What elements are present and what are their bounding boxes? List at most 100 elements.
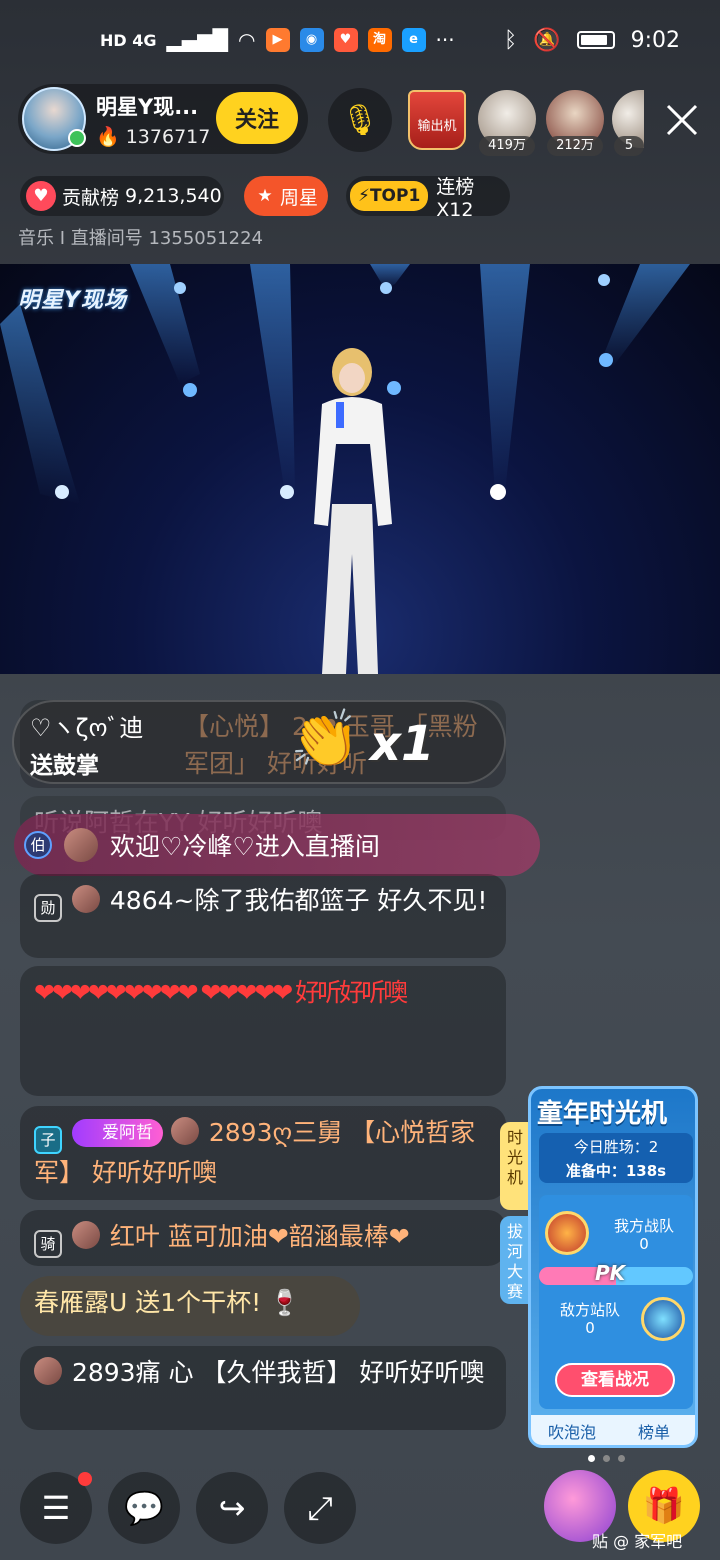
fullscreen-button[interactable]: ⤢ [284,1472,356,1544]
level-badge [71,885,100,913]
game-title: 童年时光机 [537,1099,668,1129]
chat-message: ❤❤❤❤❤❤❤❤❤ ❤❤❤❤❤ 好听好听噢 [20,966,506,1096]
view-battle-button[interactable]: 查看战况 [555,1363,675,1397]
performer [314,348,392,674]
stage-light [490,484,506,500]
more-notifications: ··· [435,28,455,52]
chat-message: 2893痛 心 【久伴我哲】 好听好听噢 [20,1346,506,1430]
noble-badge: 伯 [24,831,52,859]
chat-message: 勋 4864~除了我佑都篮子 好久不见! [20,874,506,958]
wifi-icon: ◠ [238,28,256,52]
stage-light [174,282,186,294]
gift-text: 春雁露U 送1个干杯! [34,1288,262,1317]
fire-icon: 🔥 [96,125,120,148]
game-tabs: 吹泡泡 榜单 [531,1415,695,1445]
heart-gem-icon: ♥ [26,181,56,211]
gift-count: x1 [370,716,435,772]
our-team-score: 0 [639,1235,649,1253]
medal-badge: 勋 [34,894,62,922]
chat-bubble-icon: 💬 [124,1489,164,1527]
cheers-gift-icon: 🍷 [269,1288,301,1317]
carousel-dot [618,1455,625,1462]
chat-text: 2893痛 心 【久伴我哲】 好听好听噢 [71,1358,485,1387]
channel-logo: 明星Y现场 [18,288,127,313]
close-icon[interactable] [660,98,704,142]
spotlight-beam [0,304,80,504]
level-badge [34,1357,62,1385]
game-stats: 今日胜场：2 准备中：138s [539,1133,693,1183]
rank-badge[interactable]: 输出机 [408,90,466,150]
app-notification-icon: e [401,28,426,52]
host-name: 明星Y现... [96,94,199,119]
stage-light [55,485,69,499]
clock: 9:02 [630,27,680,53]
level-badge [71,1221,100,1249]
stage-light [387,381,401,395]
app-notification-icon: ▶ [265,28,290,52]
stage-light [598,274,610,286]
chat-text: 4864~除了我佑都篮子 好久不见! [109,886,488,915]
chat-text: 红叶 蓝可加油❤韶涵最棒❤ [109,1222,410,1251]
app-notification-icon: ♥ [333,28,358,52]
welcome-banner: 伯 欢迎♡冷峰♡进入直播间 [14,814,540,876]
tab-leaderboard[interactable]: 榜单 [613,1415,695,1445]
contribution-ranking-chip[interactable]: ♥ 贡献榜 9,213,540 [20,176,224,216]
lightning-icon: ⚡ [358,186,370,206]
welcome-text: 欢迎♡冷峰♡进入直播间 [110,832,380,861]
prep-timer: 准备中：138s [565,1162,667,1180]
gift-action: 送鼓掌 [30,753,99,779]
app-notification-icon: ◉ [299,28,324,52]
share-icon: ↪ [218,1489,246,1527]
viewer-count: 5 [614,136,644,156]
spotlight-beam [600,264,690,368]
mic-link-button[interactable]: 🎙 [328,88,392,152]
carousel-dots [588,1455,625,1462]
gift-box-icon: 🎁 [642,1486,686,1526]
chat-text: ❤❤❤❤❤❤❤❤❤ ❤❤❤❤❤ 好听好听噢 [34,978,408,1007]
spotlight-beam [130,264,200,384]
game-widget[interactable]: 童年时光机 今日胜场：2 准备中：138s 我方战队 0 PK 敌方站队 0 查… [528,1086,698,1448]
stage-light [380,282,392,294]
our-team-label: 我方战队 [613,1217,674,1235]
room-info: 音乐 I 直播间号 1355051224 [18,228,263,249]
wins-today: 今日胜场：2 [573,1138,659,1156]
chat-message: 子 爱阿哲 2893ღ三舅 【心悦哲家军】 好听好听噢 [20,1106,506,1200]
stage-light [599,353,613,367]
side-tab-time-machine[interactable]: 时光机 [500,1122,530,1210]
comment-button[interactable]: 💬 [108,1472,180,1544]
microphone-icon: 🎙 [340,102,380,138]
stage-light [183,383,197,397]
stage-light [280,485,294,499]
signal-icon: ▂▄▆█ [166,28,229,52]
follow-button[interactable]: 关注 [216,92,298,144]
spotlight-beam [250,264,295,494]
viewer-count: 212万 [547,136,603,156]
mute-icon: 🔕 [533,27,561,53]
share-button[interactable]: ↪ [196,1472,268,1544]
weekly-star-label: 周星 [280,186,319,209]
medal-badge: 骑 [34,1230,62,1258]
host-popularity: 🔥 1376717 [96,125,210,148]
side-tab-tug-of-war[interactable]: 拔河大赛 [500,1216,530,1304]
top-label: TOP1 [369,186,421,206]
status-bar: HD 4G ▂▄▆█ ◠ ▶ ◉ ♥ 淘 e ··· ᛒ 🔕 9:02 [0,0,720,80]
gift-message: 春雁露U 送1个干杯! 🍷 [20,1276,360,1336]
chat-message: 骑 红叶 蓝可加油❤韶涵最棒❤ [20,1210,506,1266]
top-ranking-chip[interactable]: ⚡TOP1 连榜X12 [346,176,510,221]
medal-badge: 子 [34,1126,62,1154]
live-video[interactable]: 明星Y现场 [0,264,720,674]
verified-icon [68,129,86,147]
network-indicator: HD 4G [100,30,157,50]
our-team-emblem [545,1211,589,1255]
menu-icon: ☰ [41,1489,71,1527]
level-badge [170,1117,199,1145]
notification-dot [78,1472,92,1486]
weekly-star-chip[interactable]: ★ 周星 [244,176,328,216]
stage-scene [0,264,690,674]
level-badge [64,828,98,862]
tab-blow-bubbles[interactable]: 吹泡泡 [531,1415,613,1445]
carousel-dot [603,1455,610,1462]
carousel-dot [588,1455,595,1462]
host-avatar[interactable] [22,87,86,151]
expand-icon: ⤢ [307,1488,333,1527]
